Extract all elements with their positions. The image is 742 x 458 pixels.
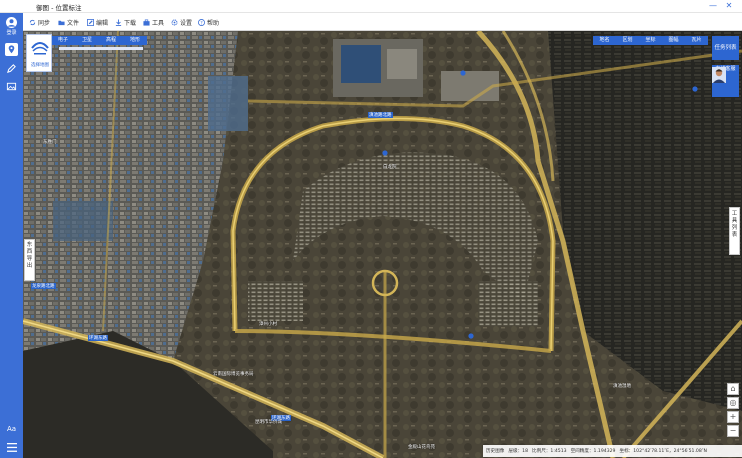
toolbar-edit-label: 编辑	[96, 19, 109, 27]
tab-mapsheet[interactable]: 图幅	[662, 36, 685, 45]
poi-label-4: 白龙院	[383, 165, 397, 170]
tab-vector[interactable]: 电子	[51, 36, 75, 45]
toolbar-file[interactable]: 文件	[58, 16, 79, 28]
spatial-precision: 空间精度：1.194329	[570, 449, 616, 454]
tab-placename[interactable]: 地名	[593, 36, 616, 45]
locate-button[interactable]: ◎	[727, 397, 739, 409]
toolbar-file-label: 文件	[67, 19, 80, 27]
hamburger-icon	[6, 443, 17, 452]
text-size-icon: Aa	[6, 425, 17, 433]
toolbar-settings-label: 设置	[180, 19, 193, 27]
toolbar-settings[interactable]: 设置	[171, 16, 192, 28]
map-logo-icon	[31, 42, 49, 55]
tab-terrain[interactable]: 地形	[123, 36, 147, 45]
overlay-tabs: 地名 区划 坐标 图幅 瓦片	[593, 36, 708, 45]
login-label: 登录	[6, 30, 17, 36]
folder-icon	[58, 20, 65, 25]
cursor-coordinates: 坐标：102°42′78.11″E，24°56′51.08″N	[619, 449, 707, 454]
menu-button[interactable]	[0, 443, 23, 452]
tab-coordinate[interactable]: 坐标	[639, 36, 662, 45]
close-button[interactable]: ✕	[722, 1, 736, 11]
pencil-icon	[7, 64, 16, 73]
help-icon: ?	[198, 18, 205, 26]
toolbar-sync-label: 同步	[38, 19, 51, 27]
tab-district[interactable]: 区划	[616, 36, 639, 45]
minimize-button[interactable]: —	[706, 1, 720, 11]
map-slider-track[interactable]	[59, 47, 143, 50]
map-type-tabs: 电子 卫星 高程 地形	[51, 36, 147, 45]
road-label-left: 龙泉路北路	[31, 283, 56, 289]
status-bar: 历史图像 层级：18 比例尺：1:4513 空间精度：1.194329 坐标：1…	[483, 445, 742, 457]
image-icon	[6, 82, 17, 91]
poi-label-2: 漳州小村	[259, 322, 277, 327]
map-scale: 比例尺：1:4513	[532, 449, 567, 454]
zoom-out-button[interactable]: −	[727, 425, 739, 437]
download-icon	[115, 18, 122, 26]
toolbar-help[interactable]: ? 帮助	[198, 16, 219, 28]
road-label-top: 滇池路北路	[368, 112, 393, 118]
satellite-map-view[interactable]: 电子 卫星 高程 地形 选择地图 地名 区划 坐标 图幅 瓦片 任务列表 在线客…	[23, 31, 742, 458]
logo-caption: 选择地图	[31, 63, 49, 68]
toolbar-download[interactable]: 下载	[115, 16, 136, 28]
left-sidebar: 登录 Aa	[0, 13, 23, 458]
zoom-in-button[interactable]: +	[727, 411, 739, 423]
toolbar-tools[interactable]: 工具	[143, 16, 164, 28]
home-button[interactable]: ⌂	[727, 383, 739, 395]
toolbar-sync[interactable]: 同步	[29, 16, 50, 28]
poi-label-6: 金殿山花鸟苑	[408, 445, 435, 450]
history-imagery-link[interactable]: 历史图像	[486, 448, 504, 454]
window-title: 御图 - 位置标注	[36, 4, 82, 12]
toolbar-edit[interactable]: 编辑	[87, 16, 108, 28]
satellite-imagery	[23, 31, 742, 458]
right-tool-list-tab[interactable]: 工 具 列 表	[729, 207, 740, 255]
user-avatar-icon	[6, 17, 17, 28]
online-service-button[interactable]: 在线客服	[712, 65, 739, 97]
poi-label-1: 东胜门	[43, 140, 57, 145]
font-size-tool[interactable]: Aa	[0, 425, 23, 433]
edit-icon	[87, 18, 94, 26]
zoom-level: 层级：18	[508, 449, 529, 454]
toolbar-tools-label: 工具	[152, 19, 165, 27]
title-bar: 御图 - 位置标注 — ✕	[0, 0, 742, 13]
poi-label-3: 云南国际博览事务局	[213, 372, 254, 377]
map-pin-icon	[5, 43, 18, 56]
customer-service-avatar-icon	[712, 67, 726, 83]
toolbar-download-label: 下载	[124, 19, 137, 27]
main-toolbar: 同步 文件 编辑 下载 工具 设置 ? 帮助	[23, 13, 742, 31]
tab-satellite[interactable]: 卫星	[75, 36, 99, 45]
tab-tile[interactable]: 瓦片	[685, 36, 708, 45]
toolbar-help-label: 帮助	[207, 19, 220, 27]
login-item[interactable]: 登录	[0, 17, 23, 36]
map-source-selector[interactable]: 选择地图	[26, 34, 52, 72]
poi-label-5: 滇池湿地	[613, 384, 631, 389]
draw-tool[interactable]	[0, 63, 23, 74]
toolbox-icon	[143, 19, 150, 26]
gear-icon	[171, 19, 178, 25]
tab-elevation[interactable]: 高程	[99, 36, 123, 45]
road-label-bottom: 环湖东路	[88, 335, 108, 341]
location-tool[interactable]	[0, 43, 23, 56]
poi-label-7: 昆明市华侨城	[255, 420, 282, 425]
task-list-button[interactable]: 任务列表	[712, 36, 739, 60]
sync-icon	[29, 19, 36, 25]
image-tool[interactable]	[0, 81, 23, 92]
left-export-tab[interactable]: 东 西 导 出	[24, 239, 35, 281]
